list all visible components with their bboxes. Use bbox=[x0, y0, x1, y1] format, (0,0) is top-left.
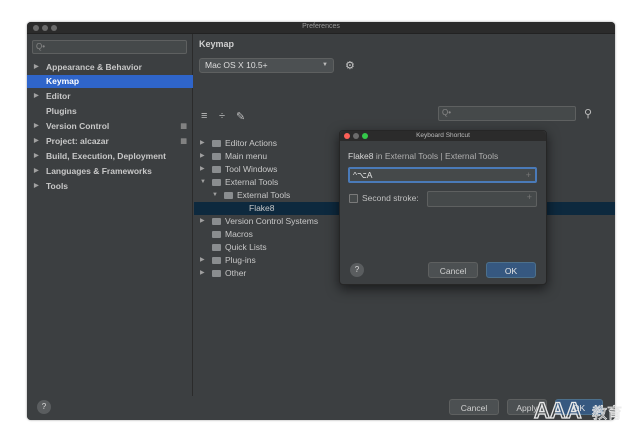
settings-search-input[interactable]: Q• bbox=[32, 40, 187, 54]
shortcut-dialog-title: Keyboard Shortcut bbox=[416, 132, 470, 139]
sidebar-item-label: Languages & Frameworks bbox=[46, 166, 152, 176]
settings-sidebar: Q• ▶ Appearance & Behavior Keymap ▶ Edit… bbox=[27, 34, 193, 396]
expand-all-icon[interactable]: ≡ bbox=[201, 110, 207, 122]
sidebar-item-appearance-behavior[interactable]: ▶ Appearance & Behavior bbox=[27, 61, 193, 74]
project-scope-icon: ▦ bbox=[180, 138, 187, 145]
svg-text:教育: 教育 bbox=[592, 404, 622, 422]
shortcut-cancel-button[interactable]: Cancel bbox=[428, 262, 478, 278]
second-stroke-input[interactable]: + bbox=[427, 191, 537, 207]
sidebar-item-version-control[interactable]: ▶ Version Control ▦ bbox=[27, 120, 193, 133]
folder-icon bbox=[212, 231, 221, 238]
dialog-footer: ? Cancel Apply OK bbox=[27, 396, 615, 420]
tree-item-label: Quick Lists bbox=[225, 242, 267, 252]
chevron-right-icon: ▶ bbox=[200, 153, 205, 159]
sidebar-item-label: Keymap bbox=[46, 76, 80, 86]
sidebar-item-tools[interactable]: ▶ Tools bbox=[27, 180, 193, 193]
sidebar-item-label: Build, Execution, Deployment bbox=[46, 151, 166, 161]
tree-item-label: Version Control Systems bbox=[225, 216, 319, 226]
tree-item-label: Flake8 bbox=[249, 203, 275, 213]
folder-icon bbox=[212, 166, 221, 173]
folder-icon bbox=[212, 218, 221, 225]
chevron-right-icon: ▶ bbox=[34, 93, 39, 99]
chevron-right-icon: ▶ bbox=[34, 168, 39, 174]
folder-icon bbox=[212, 244, 221, 251]
sidebar-item-label: Editor bbox=[46, 91, 71, 101]
help-button[interactable]: ? bbox=[37, 400, 51, 414]
tree-item-label: Other bbox=[225, 268, 247, 278]
svg-text:AAA: AAA bbox=[534, 398, 582, 423]
gear-icon[interactable]: ⚙ bbox=[345, 59, 355, 72]
folder-icon bbox=[212, 153, 221, 160]
page-title: Keymap bbox=[199, 39, 235, 49]
chevron-right-icon: ▶ bbox=[200, 140, 205, 146]
sidebar-item-editor[interactable]: ▶ Editor bbox=[27, 90, 193, 103]
folder-icon bbox=[212, 257, 221, 264]
tree-item-label: Tool Windows bbox=[225, 164, 278, 174]
folder-icon bbox=[212, 270, 221, 277]
sidebar-item-label: Version Control bbox=[46, 121, 110, 131]
shortcut-action-path: Flake8 in External Tools | External Tool… bbox=[348, 151, 498, 161]
keymap-filter-input[interactable]: Q• bbox=[438, 106, 576, 121]
add-stroke-icon[interactable]: + bbox=[527, 192, 532, 202]
sidebar-item-label: Project: alcazar bbox=[46, 136, 109, 146]
sidebar-item-label: Tools bbox=[46, 181, 69, 191]
folder-icon bbox=[212, 179, 221, 186]
chevron-right-icon: ▶ bbox=[34, 123, 39, 129]
shortcut-dialog-titlebar: Keyboard Shortcut bbox=[340, 131, 546, 141]
folder-icon bbox=[224, 192, 233, 199]
sidebar-item-label: Appearance & Behavior bbox=[46, 62, 142, 72]
chevron-down-icon: ▼ bbox=[212, 192, 218, 198]
keymap-select[interactable]: Mac OS X 10.5+ ▼ bbox=[199, 58, 334, 73]
project-scope-icon: ▦ bbox=[180, 123, 187, 130]
chevron-right-icon: ▶ bbox=[34, 138, 39, 144]
window-title: Preferences bbox=[302, 23, 340, 30]
watermark-logo: AAA 教育 bbox=[533, 397, 622, 423]
chevron-right-icon: ▶ bbox=[34, 153, 39, 159]
tree-item-label: Editor Actions bbox=[225, 138, 277, 148]
shortcut-ok-button[interactable]: OK bbox=[486, 262, 536, 278]
chevron-right-icon: ▶ bbox=[34, 183, 39, 189]
search-icon: Q• bbox=[36, 42, 46, 51]
sidebar-item-keymap[interactable]: Keymap bbox=[27, 75, 193, 88]
sidebar-item-plugins[interactable]: Plugins bbox=[27, 105, 193, 118]
sidebar-item-project[interactable]: ▶ Project: alcazar ▦ bbox=[27, 135, 193, 148]
chevron-right-icon: ▶ bbox=[200, 166, 205, 172]
chevron-down-icon: ▼ bbox=[322, 62, 328, 68]
shortcut-action-name: Flake8 bbox=[348, 151, 374, 161]
shortcut-help-button[interactable]: ? bbox=[350, 263, 364, 277]
chevron-right-icon: ▶ bbox=[34, 64, 39, 70]
tree-item-label: Main menu bbox=[225, 151, 268, 161]
cancel-button[interactable]: Cancel bbox=[449, 399, 499, 415]
first-stroke-input[interactable]: ^⌥A + bbox=[348, 167, 537, 183]
chevron-right-icon: ▶ bbox=[200, 257, 205, 263]
tree-item-label: Macros bbox=[225, 229, 253, 239]
collapse-all-icon[interactable]: ÷ bbox=[219, 110, 225, 122]
chevron-right-icon: ▶ bbox=[200, 218, 205, 224]
sidebar-item-label: Plugins bbox=[46, 106, 77, 116]
keymap-select-value: Mac OS X 10.5+ bbox=[205, 60, 268, 70]
second-stroke-label: Second stroke: bbox=[362, 193, 419, 203]
second-stroke-checkbox[interactable] bbox=[349, 194, 358, 203]
sidebar-item-build-execution[interactable]: ▶ Build, Execution, Deployment bbox=[27, 150, 193, 163]
search-icon: Q• bbox=[442, 108, 452, 117]
tree-item-label: External Tools bbox=[225, 177, 279, 187]
tree-item-label: External Tools bbox=[237, 190, 291, 200]
shortcut-action-location: in External Tools | External Tools bbox=[375, 151, 499, 161]
sidebar-item-languages-frameworks[interactable]: ▶ Languages & Frameworks bbox=[27, 165, 193, 178]
chevron-down-icon: ▼ bbox=[200, 179, 206, 185]
folder-icon bbox=[212, 140, 221, 147]
first-stroke-value: ^⌥A bbox=[353, 170, 373, 180]
find-by-shortcut-icon[interactable]: ⚲ bbox=[584, 107, 592, 120]
window-titlebar: Preferences bbox=[27, 22, 615, 34]
edit-pencil-icon[interactable]: ✎ bbox=[236, 110, 245, 123]
add-stroke-icon[interactable]: + bbox=[526, 169, 531, 181]
keyboard-shortcut-dialog: Keyboard Shortcut Flake8 in External Too… bbox=[339, 130, 547, 285]
chevron-right-icon: ▶ bbox=[200, 270, 205, 276]
tree-item-label: Plug-ins bbox=[225, 255, 256, 265]
